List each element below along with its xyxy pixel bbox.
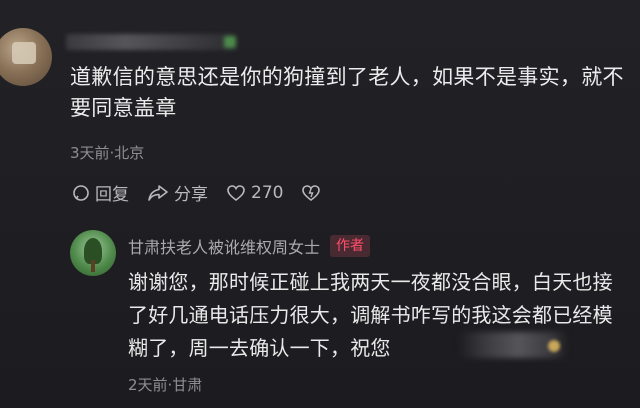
heart-icon <box>226 184 246 202</box>
author-badge: 作者 <box>330 235 371 257</box>
comment-thread: 道歉信的意思还是你的狗撞到了老人，如果不是事实，就不要同意盖章 3天前·北京 回… <box>0 0 640 408</box>
blurred-badge <box>224 36 236 48</box>
obscured-emoji <box>548 340 560 352</box>
reply-username[interactable]: 甘肃扶老人被讹维权周女士 <box>128 234 320 258</box>
like-count: 270 <box>251 182 284 203</box>
reply-button[interactable]: 回复 <box>72 180 129 205</box>
share-label: 分享 <box>174 185 208 205</box>
share-icon <box>147 184 169 202</box>
blurred-username[interactable] <box>66 34 236 50</box>
reply-meta: 2天前·甘肃 <box>128 376 203 394</box>
reply-header: 甘肃扶老人被讹维权周女士 作者 <box>128 234 371 258</box>
comment-text: 道歉信的意思还是你的狗撞到了老人，如果不是事实，就不要同意盖章 <box>70 65 624 120</box>
comment-meta: 3天前·北京 <box>70 144 145 162</box>
reply-label: 回复 <box>95 185 129 205</box>
reply-avatar[interactable] <box>70 230 116 276</box>
comment-actions: 回复 分享 270 <box>72 180 321 205</box>
like-button[interactable]: 270 <box>226 183 283 203</box>
share-button[interactable]: 分享 <box>147 180 208 205</box>
avatar[interactable] <box>0 28 52 86</box>
dislike-button[interactable] <box>301 184 321 202</box>
avatar-trunk <box>91 260 95 272</box>
avatar-image <box>12 42 36 64</box>
dislike-heart-icon <box>301 184 321 202</box>
comment-icon <box>72 184 90 202</box>
